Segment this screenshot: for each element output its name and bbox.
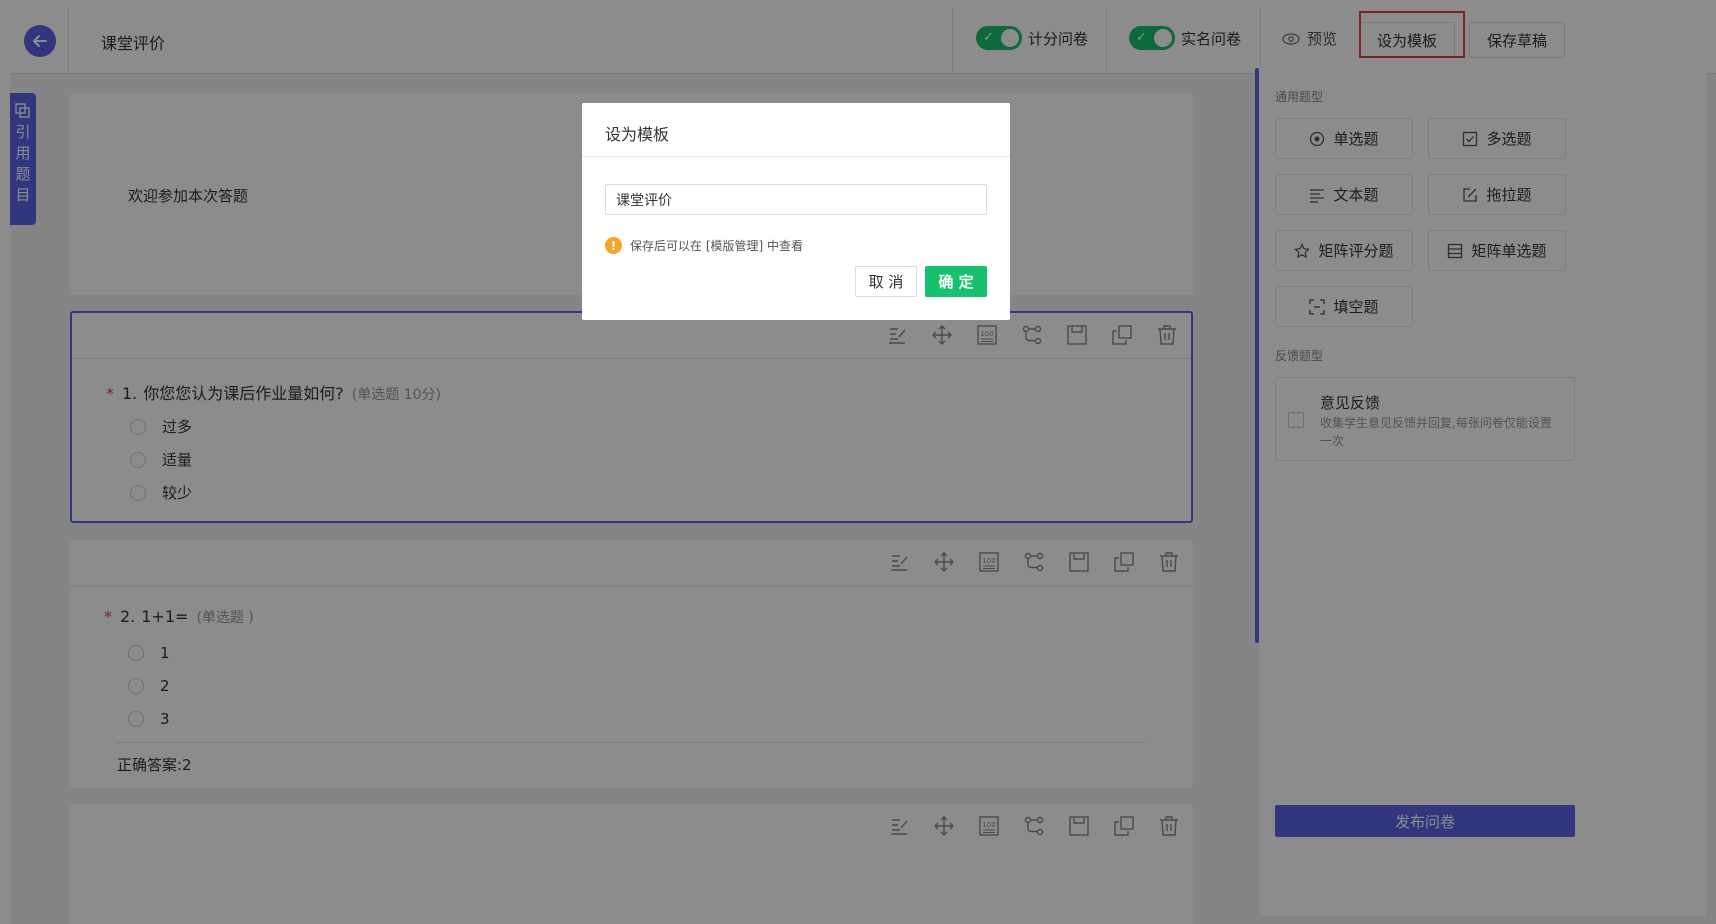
dialog-title: 设为模板 — [605, 125, 670, 144]
warning-icon: ! — [605, 237, 622, 254]
set-template-dialog: 设为模板 ! 保存后可以在 [模版管理] 中查看 取 消 确 定 — [582, 103, 1010, 320]
cancel-button[interactable]: 取 消 — [855, 266, 917, 297]
template-name-input[interactable] — [605, 184, 987, 215]
tip-text: 保存后可以在 [模版管理] 中查看 — [630, 239, 803, 253]
dialog-divider — [582, 156, 1010, 157]
cancel-label: 取 消 — [868, 273, 904, 291]
dialog-tip: ! 保存后可以在 [模版管理] 中查看 — [605, 237, 803, 254]
confirm-button[interactable]: 确 定 — [925, 266, 987, 297]
confirm-label: 确 定 — [938, 273, 974, 291]
